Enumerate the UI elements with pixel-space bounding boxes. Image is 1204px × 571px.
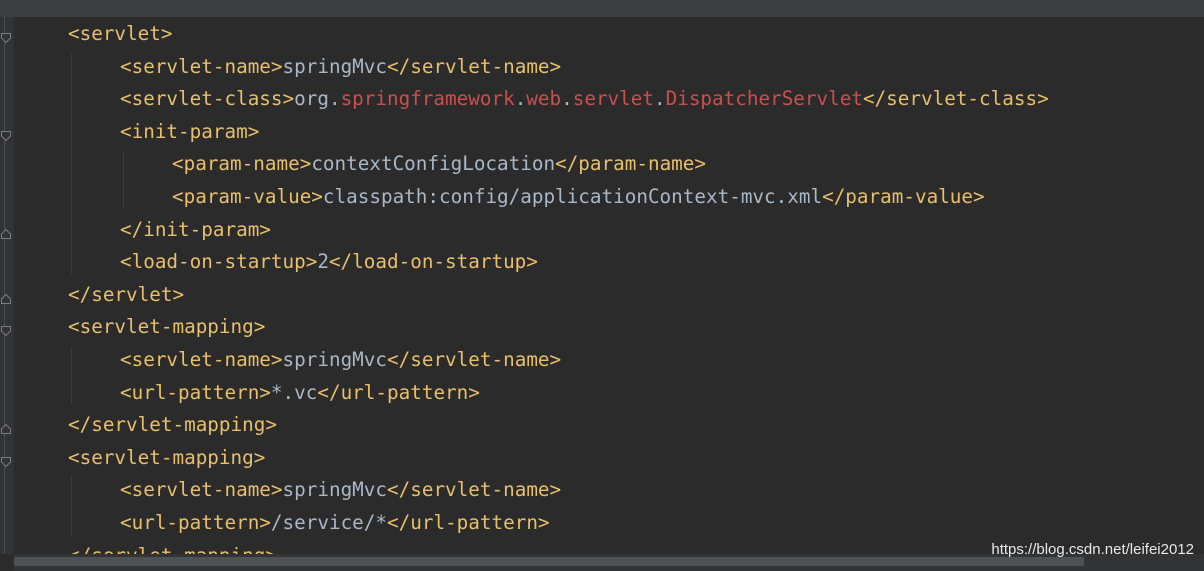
xml-tag: </url-pattern> <box>317 380 480 404</box>
xml-tag: </param-name> <box>555 152 707 176</box>
code-line[interactable]: <param-value>classpath:config/applicatio… <box>172 180 985 213</box>
editor-top-bar <box>0 0 1204 17</box>
code-line[interactable]: <servlet> <box>68 17 172 50</box>
xml-tag: </servlet-name> <box>387 54 562 78</box>
xml-tag: <url-pattern> <box>120 511 271 534</box>
code-line[interactable]: <url-pattern>*.vc</url-pattern> <box>120 376 480 409</box>
xml-tag: <servlet-class> <box>120 87 295 111</box>
code-line[interactable]: <url-pattern>/service/*</url-pattern> <box>120 506 550 539</box>
package-token: springframework <box>340 87 515 111</box>
xml-tag: <param-value> <box>172 185 323 208</box>
code-text: . <box>561 87 573 111</box>
code-text: springMvc <box>282 478 388 502</box>
xml-tag: </servlet-name> <box>387 478 562 502</box>
xml-tag: </load-on-startup> <box>328 250 538 274</box>
code-text: 2 <box>317 250 329 274</box>
code-text: . <box>654 87 666 111</box>
xml-tag: </servlet-name> <box>387 348 562 371</box>
xml-tag: <servlet-mapping> <box>68 445 266 469</box>
package-token: web <box>526 87 562 111</box>
code-line[interactable]: <param-name>contextConfigLocation</param… <box>172 147 706 180</box>
package-token: DispatcherServlet <box>665 87 863 111</box>
code-line[interactable]: <servlet-mapping> <box>68 310 265 343</box>
code-text: contextConfigLocation <box>311 152 556 176</box>
code-line[interactable]: </servlet-mapping> <box>68 408 277 441</box>
fold-collapse-icon[interactable] <box>1 321 11 337</box>
xml-tag: <servlet> <box>68 22 173 45</box>
fold-end-icon[interactable] <box>1 224 11 239</box>
xml-tag: <url-pattern> <box>120 380 271 404</box>
code-text: /service/* <box>270 511 388 534</box>
fold-collapse-icon[interactable] <box>1 452 11 468</box>
xml-tag: <param-name> <box>172 152 312 176</box>
code-line[interactable]: <servlet-mapping> <box>68 441 265 474</box>
xml-tag: </url-pattern> <box>387 511 550 534</box>
gutter-divider <box>4 17 5 554</box>
xml-tag: <init-param> <box>120 119 260 143</box>
fold-end-icon[interactable] <box>1 419 11 435</box>
code-text: org. <box>294 87 341 111</box>
code-line[interactable]: <servlet-name>springMvc</servlet-name> <box>120 50 561 83</box>
code-text: springMvc <box>282 348 388 371</box>
indent-guide <box>71 477 72 535</box>
fold-collapse-icon[interactable] <box>1 126 11 142</box>
scrollbar-thumb[interactable] <box>14 557 1084 566</box>
xml-tag: </servlet> <box>68 282 185 306</box>
code-line[interactable]: <servlet-name>springMvc</servlet-name> <box>120 473 561 506</box>
xml-tag: <servlet-name> <box>120 348 283 371</box>
xml-tag: <servlet-name> <box>120 478 283 502</box>
watermark: https://blog.csdn.net/leifei2012 <box>991 541 1194 558</box>
xml-tag: </servlet-mapping> <box>68 544 277 554</box>
indent-guide <box>123 151 124 209</box>
xml-tag: </servlet-mapping> <box>68 413 277 437</box>
code-line[interactable]: </init-param> <box>120 213 271 246</box>
editor-gutter <box>0 17 14 565</box>
code-line[interactable]: <init-param> <box>120 115 259 148</box>
xml-tag: </servlet-class> <box>862 87 1049 111</box>
code-line[interactable]: <servlet-class>org.springframework.web.s… <box>120 82 1049 115</box>
code-text: classpath:config/applicationContext-mvc.… <box>322 185 823 208</box>
xml-tag: <servlet-name> <box>120 54 283 78</box>
xml-tag: </init-param> <box>120 217 271 241</box>
code-line[interactable]: <load-on-startup>2</load-on-startup> <box>120 245 538 278</box>
code-editor[interactable]: <servlet> <servlet-name>springMvc</servle… <box>14 17 1204 554</box>
code-text: springMvc <box>282 54 388 78</box>
code-line[interactable]: <servlet-name>springMvc</servlet-name> <box>120 343 561 376</box>
xml-tag: <load-on-startup> <box>120 250 318 274</box>
code-line[interactable]: </servlet> <box>68 278 184 311</box>
package-token: servlet <box>572 87 654 111</box>
code-text: . <box>514 87 527 111</box>
indent-guide <box>71 53 72 274</box>
indent-guide <box>71 347 72 405</box>
code-line[interactable]: </servlet-mapping> <box>68 539 277 554</box>
fold-collapse-icon[interactable] <box>1 28 11 44</box>
code-text: *.vc <box>270 380 318 404</box>
xml-tag: <servlet-mapping> <box>68 315 266 339</box>
xml-tag: </param-value> <box>822 185 985 208</box>
fold-end-icon[interactable] <box>1 289 11 304</box>
